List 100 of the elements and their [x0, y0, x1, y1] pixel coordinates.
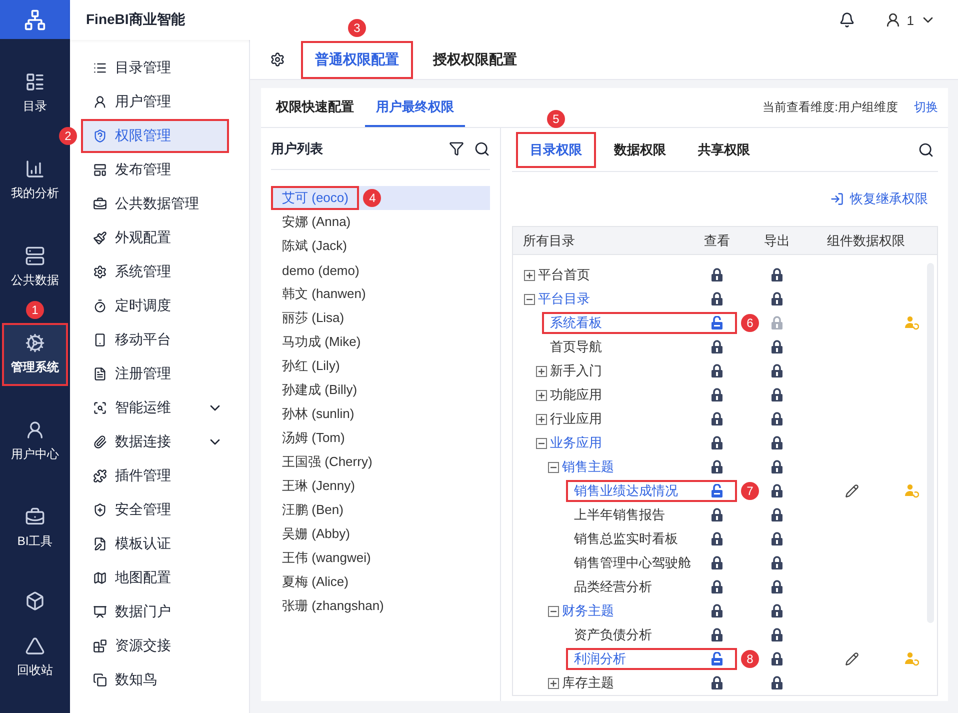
menu-item[interactable]: 用户管理: [81, 85, 229, 119]
tree-row[interactable]: 首页导航: [513, 335, 937, 359]
notification-bell-icon[interactable]: [838, 12, 855, 28]
tree-row[interactable]: 行业应用: [513, 407, 937, 431]
user-list-item[interactable]: 孙建成 (Billy): [271, 378, 368, 402]
padlock-icon[interactable]: [771, 268, 783, 282]
tree-row[interactable]: 资产负债分析: [513, 623, 937, 647]
user-list-item[interactable]: 吴姗 (Abby): [271, 522, 361, 546]
tree-row[interactable]: 利润分析 8: [513, 647, 937, 671]
menu-item[interactable]: 定时调度: [81, 289, 229, 323]
rail-nav-item[interactable]: 回收站: [2, 626, 68, 689]
padlock-icon[interactable]: [771, 388, 783, 402]
padlock-icon[interactable]: [711, 604, 723, 618]
padlock-icon[interactable]: [771, 580, 783, 594]
menu-item[interactable]: 地图配置: [81, 561, 229, 595]
padlock-icon[interactable]: [771, 556, 783, 570]
tree-row[interactable]: 销售总监实时看板: [513, 527, 937, 551]
menu-item[interactable]: 数据门户: [81, 595, 229, 629]
padlock-icon[interactable]: [711, 532, 723, 546]
pencil-icon[interactable]: [845, 652, 859, 666]
collapse-toggle[interactable]: [548, 606, 559, 616]
menu-item[interactable]: 目录管理: [81, 51, 229, 85]
logo[interactable]: [0, 0, 70, 40]
user-list-item[interactable]: 王琳 (Jenny): [271, 474, 366, 498]
switch-link[interactable]: 切换: [914, 99, 938, 116]
settings-icon[interactable]: [270, 52, 285, 67]
tree-node-label[interactable]: 系统看板: [550, 314, 602, 332]
user-list-item[interactable]: 陈斌 (Jack): [271, 234, 358, 258]
tree-node-label[interactable]: 新手入门: [550, 362, 602, 380]
unlocked-padlock-icon[interactable]: [711, 484, 723, 498]
tree-row[interactable]: 财务主题: [513, 599, 937, 623]
tree-node-label[interactable]: 业务应用: [550, 434, 602, 452]
padlock-icon[interactable]: [771, 292, 783, 306]
padlock-icon[interactable]: [711, 580, 723, 594]
padlock-icon[interactable]: [711, 340, 723, 354]
tab[interactable]: 用户最终权限: [365, 88, 465, 127]
tree-node-label[interactable]: 销售管理中心驾驶舱: [574, 554, 691, 572]
padlock-icon[interactable]: [711, 628, 723, 642]
filter-icon[interactable]: [449, 141, 464, 156]
user-list-item[interactable]: 汤姆 (Tom): [271, 426, 356, 450]
tree-row[interactable]: 功能应用: [513, 383, 937, 407]
padlock-icon[interactable]: [711, 508, 723, 522]
padlock-icon[interactable]: [711, 268, 723, 282]
expand-toggle[interactable]: [524, 270, 535, 280]
padlock-icon[interactable]: [711, 292, 723, 306]
collapse-toggle[interactable]: [536, 438, 547, 448]
tree-row[interactable]: 业务应用: [513, 431, 937, 455]
padlock-icon[interactable]: [711, 364, 723, 378]
tab[interactable]: 授权权限配置: [419, 40, 531, 78]
padlock-icon[interactable]: [771, 340, 783, 354]
tree-row[interactable]: 系统看板 6: [513, 311, 937, 335]
padlock-icon[interactable]: [711, 460, 723, 474]
menu-item[interactable]: 资源交接: [81, 629, 229, 663]
tree-row[interactable]: 销售业绩达成情况 7: [513, 479, 937, 503]
padlock-icon[interactable]: [771, 460, 783, 474]
tree-node-label[interactable]: 上半年销售报告: [574, 506, 665, 524]
tab[interactable]: 权限快速配置: [265, 88, 365, 127]
tree-node-label[interactable]: 功能应用: [550, 386, 602, 404]
padlock-icon[interactable]: [771, 484, 783, 498]
menu-item[interactable]: 数据连接: [81, 425, 229, 459]
user-list-item[interactable]: 王国强 (Cherry): [271, 450, 384, 474]
tree-node-label[interactable]: 利润分析: [574, 650, 626, 668]
padlock-icon[interactable]: [771, 412, 783, 426]
tree-row[interactable]: 销售主题: [513, 455, 937, 479]
expand-toggle[interactable]: [536, 414, 547, 424]
user-list-item[interactable]: demo (demo): [271, 258, 370, 282]
rail-nav-item[interactable]: BI工具: [2, 497, 68, 560]
padlock-icon[interactable]: [711, 412, 723, 426]
padlock-icon[interactable]: [711, 388, 723, 402]
collapse-toggle[interactable]: [548, 462, 559, 472]
tab[interactable]: 共享权限: [684, 132, 764, 168]
menu-item[interactable]: 注册管理: [81, 357, 229, 391]
user-list-item[interactable]: 孙林 (sunlin): [271, 402, 366, 426]
menu-item[interactable]: 智能运维: [81, 391, 229, 425]
user-list-item[interactable]: 孙红 (Lily): [271, 354, 351, 378]
tree-node-label[interactable]: 销售总监实时看板: [574, 530, 678, 548]
tree-row[interactable]: 平台首页: [513, 263, 937, 287]
padlock-icon[interactable]: [771, 676, 783, 690]
tree-row[interactable]: 上半年销售报告: [513, 503, 937, 527]
tree-node-label[interactable]: 行业应用: [550, 410, 602, 428]
user-list-item[interactable]: 韩文 (hanwen): [271, 282, 377, 306]
user-list-item[interactable]: 马功成 (Mike): [271, 330, 372, 354]
tree-row[interactable]: 新手入门: [513, 359, 937, 383]
user-list-item[interactable]: 张珊 (zhangshan): [271, 594, 395, 618]
tree-row[interactable]: 销售管理中心驾驶舱: [513, 551, 937, 575]
tree-node-label[interactable]: 首页导航: [550, 338, 602, 356]
menu-item[interactable]: 外观配置: [81, 221, 229, 255]
expand-toggle[interactable]: [536, 366, 547, 376]
padlock-icon[interactable]: [771, 628, 783, 642]
tree-node-label[interactable]: 销售主题: [562, 458, 614, 476]
tree-node-label[interactable]: 品类经营分析: [574, 578, 652, 596]
tree-node-label[interactable]: 销售业绩达成情况: [574, 482, 678, 500]
padlock-icon[interactable]: [711, 676, 723, 690]
tree-node-label[interactable]: 库存主题: [562, 674, 614, 692]
user-list-item[interactable]: 汪鹏 (Ben): [271, 498, 354, 522]
padlock-icon[interactable]: [711, 556, 723, 570]
tree-node-label[interactable]: 平台首页: [538, 266, 590, 284]
restore-inheritance-link[interactable]: 恢复继承权限: [512, 172, 938, 226]
padlock-icon[interactable]: [771, 652, 783, 666]
padlock-icon[interactable]: [771, 532, 783, 546]
